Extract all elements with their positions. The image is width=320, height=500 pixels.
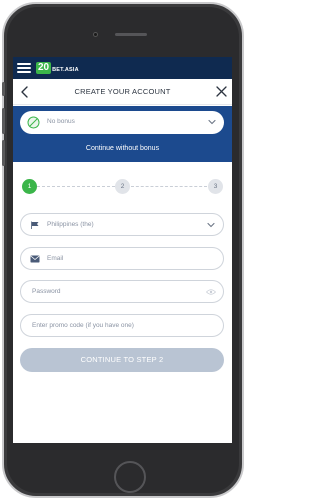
bonus-select[interactable]: No bonus — [20, 111, 224, 134]
front-camera — [93, 32, 98, 37]
chevron-down-icon — [208, 119, 216, 125]
continue-without-bonus-link[interactable]: Continue without bonus — [13, 145, 232, 152]
close-icon[interactable] — [215, 85, 228, 98]
bonus-panel: No bonus Continue without bonus — [13, 106, 232, 162]
envelope-icon — [30, 255, 40, 263]
chevron-down-icon — [207, 222, 215, 228]
password-field[interactable]: Password — [20, 280, 224, 303]
mute-switch — [2, 82, 5, 96]
modal-header: CREATE YOUR ACCOUNT — [13, 79, 232, 105]
no-bonus-icon — [27, 116, 40, 129]
step-indicator: 1 2 3 — [13, 179, 232, 195]
continue-to-step-2-button[interactable]: CONTINUE TO STEP 2 — [20, 348, 224, 372]
page-title: CREATE YOUR ACCOUNT — [74, 87, 171, 96]
brand-logo[interactable]: 20 BET.ASIA — [36, 61, 79, 75]
logo-text: BET.ASIA — [52, 66, 79, 73]
step-2: 2 — [115, 179, 130, 194]
email-field[interactable]: Email — [20, 247, 224, 270]
step-connector — [37, 186, 115, 187]
promo-code-placeholder: Enter promo code (if you have one) — [32, 322, 134, 329]
promo-code-field[interactable]: Enter promo code (if you have one) — [20, 314, 224, 337]
country-select[interactable]: Philippines (the) — [20, 213, 224, 236]
app-screen: 20 BET.ASIA CREATE YOUR ACCOUNT No bonus… — [13, 57, 232, 443]
volume-up-button — [2, 108, 5, 134]
password-placeholder: Password — [32, 288, 61, 295]
bonus-select-value: No bonus — [47, 118, 75, 125]
menu-icon[interactable] — [17, 61, 31, 75]
eye-icon[interactable] — [206, 289, 216, 295]
step-1: 1 — [22, 179, 37, 194]
top-bar: 20 BET.ASIA — [13, 57, 232, 79]
home-button[interactable] — [114, 461, 146, 493]
logo-number: 20 — [36, 62, 52, 74]
earpiece — [115, 33, 147, 36]
step-3: 3 — [208, 179, 223, 194]
country-value: Philippines (the) — [47, 221, 94, 228]
volume-down-button — [2, 140, 5, 166]
flag-icon — [31, 221, 39, 229]
step-connector — [131, 186, 207, 187]
email-placeholder: Email — [47, 255, 64, 262]
